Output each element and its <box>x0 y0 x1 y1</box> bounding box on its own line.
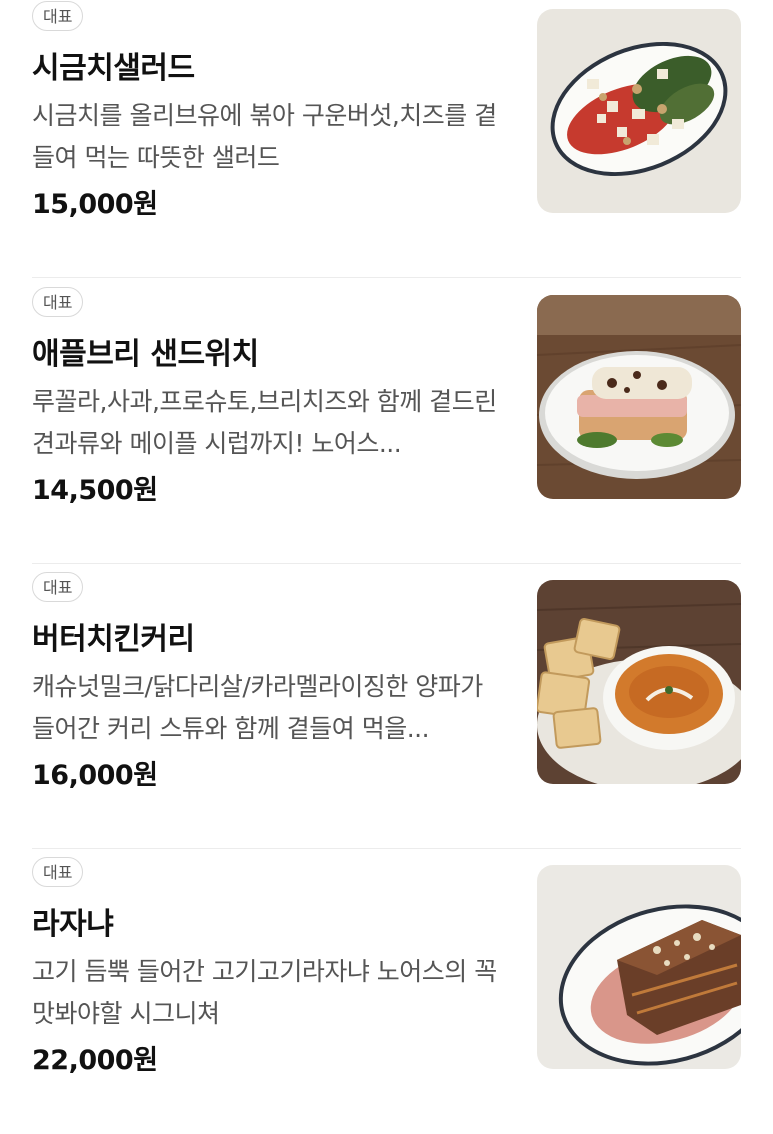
menu-item-description: 고기 듬뿍 들어간 고기고기라자냐 노어스의 꼭 맛봐야할 시그니쳐 <box>32 957 497 1028</box>
menu-item-butter-chicken-curry[interactable]: 대표 버터치킨커리 캐슈넛밀크/닭다리살/카라멜라이징한 양파가 들어간 커리 … <box>0 564 773 849</box>
menu-item-name: 버터치킨커리 <box>32 622 195 657</box>
menu-item-name: 애플브리 샌드위치 <box>32 337 259 372</box>
menu-item-price: 22,000원 <box>32 1045 158 1076</box>
menu-item-price: 16,000원 <box>32 760 158 791</box>
signature-badge: 대표 <box>32 287 84 317</box>
menu-item-price: 14,500원 <box>32 475 158 506</box>
menu-item-name: 라자냐 <box>32 907 114 942</box>
menu-item-description: 캐슈넛밀크/닭다리살/카라멜라이징한 양파가 들어간 커리 스튜와 함께 곁들여… <box>32 672 483 743</box>
menu-list: 대표 시금치샐러드 시금치를 올리브유에 볶아 구운버섯,치즈를 곁들여 먹는 … <box>0 0 773 1101</box>
apple-brie-sandwich-image[interactable] <box>537 295 741 499</box>
menu-item-lasagna[interactable]: 대표 라자냐 고기 듬뿍 들어간 고기고기라자냐 노어스의 꼭 맛봐야할 시그니… <box>0 849 773 1134</box>
menu-item-name: 시금치샐러드 <box>32 51 195 86</box>
menu-item-spinach-salad[interactable]: 대표 시금치샐러드 시금치를 올리브유에 볶아 구운버섯,치즈를 곁들여 먹는 … <box>0 0 773 278</box>
butter-chicken-curry-image[interactable] <box>537 580 741 784</box>
menu-item-apple-brie-sandwich[interactable]: 대표 애플브리 샌드위치 루꼴라,사과,프로슈토,브리치즈와 함께 곁드린 견과… <box>0 279 773 564</box>
lasagna-image[interactable] <box>537 865 741 1069</box>
menu-item-description: 시금치를 올리브유에 볶아 구운버섯,치즈를 곁들여 먹는 따뜻한 샐러드 <box>32 101 497 172</box>
signature-badge: 대표 <box>32 1 84 31</box>
divider <box>32 277 741 278</box>
spinach-salad-image[interactable] <box>537 9 741 213</box>
signature-badge: 대표 <box>32 857 84 887</box>
signature-badge: 대표 <box>32 572 84 602</box>
menu-item-price: 15,000원 <box>32 189 158 220</box>
menu-item-description: 루꼴라,사과,프로슈토,브리치즈와 함께 곁드린 견과류와 메이플 시럽까지! … <box>32 387 497 458</box>
